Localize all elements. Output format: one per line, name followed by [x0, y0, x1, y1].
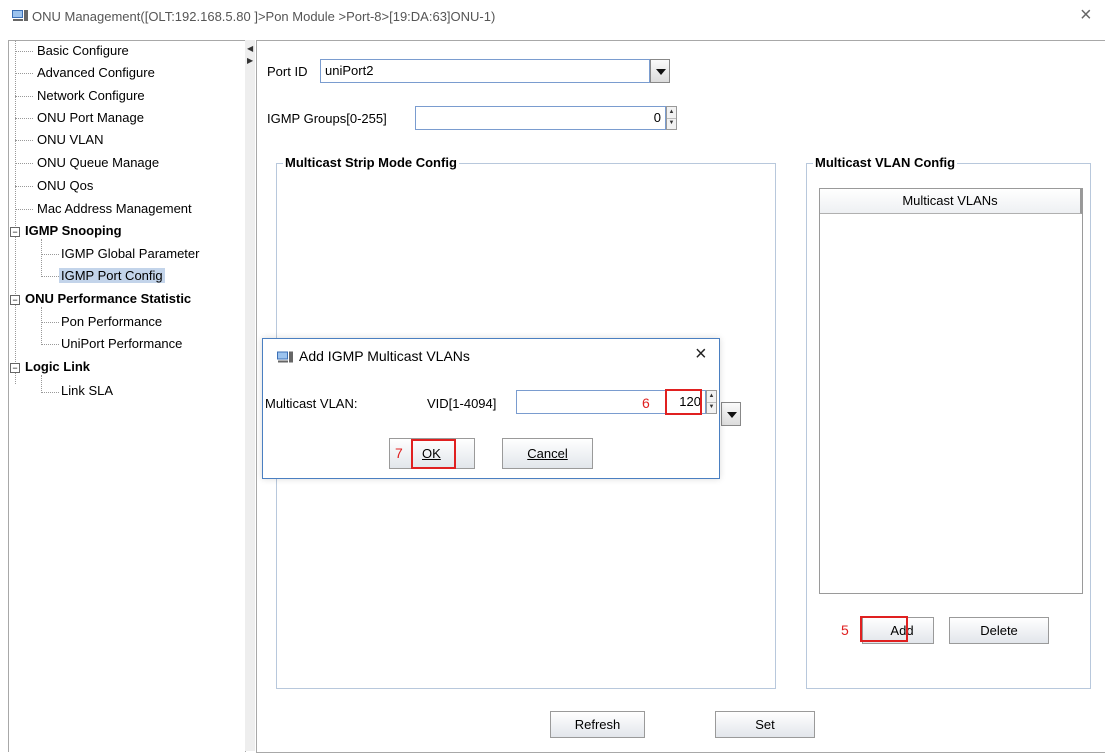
ok-button-highlight: [411, 439, 456, 469]
tree-item-basic-configure[interactable]: Basic Configure: [37, 41, 129, 61]
tree-item-logic-link[interactable]: Logic Link: [25, 357, 90, 377]
tree-item-advanced-configure[interactable]: Advanced Configure: [37, 63, 155, 83]
navigation-tree: Basic Configure Advanced Configure Netwo…: [8, 40, 246, 752]
spin-down-icon[interactable]: ▼: [667, 118, 676, 129]
set-button[interactable]: Set: [715, 711, 815, 738]
collapse-icon[interactable]: −: [10, 295, 20, 305]
tree-item-pon-performance[interactable]: Pon Performance: [61, 312, 162, 332]
multicast-vlan-config-group: Multicast VLAN Config Multicast VLANs Ad…: [806, 155, 1091, 689]
step-7-annotation: 7: [395, 445, 403, 461]
tree-item-link-sla[interactable]: Link SLA: [61, 381, 113, 401]
tree-item-onu-queue-manage[interactable]: ONU Queue Manage: [37, 153, 159, 173]
chevron-down-icon[interactable]: [721, 402, 741, 426]
tree-item-onu-vlan[interactable]: ONU VLAN: [37, 130, 103, 150]
add-button-highlight: [860, 616, 908, 642]
window-title-bar: ONU Management([OLT:192.168.5.80 ]>Pon M…: [0, 0, 1105, 34]
collapse-icon[interactable]: −: [10, 227, 20, 237]
refresh-button[interactable]: Refresh: [550, 711, 645, 738]
multicast-vlans-column-header[interactable]: Multicast VLANs: [820, 189, 1082, 214]
vid-spinner[interactable]: ▲ ▼: [706, 390, 717, 414]
cancel-button-label: Cancel: [527, 446, 568, 461]
tree-item-onu-port-manage[interactable]: ONU Port Manage: [37, 108, 144, 128]
igmp-groups-label: IGMP Groups[0-255]: [267, 111, 387, 126]
computer-icon: [277, 351, 293, 363]
collapse-left-icon[interactable]: ◀: [247, 44, 253, 53]
tree-item-igmp-global-parameter[interactable]: IGMP Global Parameter: [61, 244, 199, 264]
close-icon[interactable]: ×: [695, 343, 707, 366]
multicast-strip-mode-title: Multicast Strip Mode Config: [283, 155, 459, 170]
multicast-vlan-label: Multicast VLAN:: [265, 396, 358, 411]
add-igmp-multicast-vlans-dialog: Add IGMP Multicast VLANs × Multicast VLA…: [262, 338, 720, 479]
step-6-annotation: 6: [642, 395, 650, 411]
dialog-title: Add IGMP Multicast VLANs: [299, 348, 470, 364]
vid-value-highlight: [665, 389, 702, 415]
splitter-handle[interactable]: ◀ ▶: [245, 40, 255, 751]
igmp-groups-spinner[interactable]: ▲ ▼: [666, 106, 677, 130]
igmp-groups-input[interactable]: 0: [415, 106, 666, 130]
computer-icon: [12, 10, 28, 21]
tree-item-igmp-port-config[interactable]: IGMP Port Config: [59, 266, 165, 286]
tree-item-onu-qos[interactable]: ONU Qos: [37, 176, 93, 196]
vid-range-label: VID[1-4094]: [427, 396, 497, 411]
collapse-icon[interactable]: −: [10, 363, 20, 373]
port-id-label: Port ID: [267, 64, 308, 79]
multicast-vlan-config-title: Multicast VLAN Config: [813, 155, 958, 170]
cancel-button[interactable]: Cancel: [502, 438, 593, 469]
tree-item-onu-performance-statistic[interactable]: ONU Performance Statistic: [25, 289, 191, 309]
tree-item-mac-address-management[interactable]: Mac Address Management: [37, 199, 192, 219]
tree-item-network-configure[interactable]: Network Configure: [37, 86, 145, 106]
chevron-down-icon[interactable]: [650, 59, 670, 83]
spin-down-icon[interactable]: ▼: [707, 402, 716, 413]
multicast-vlans-table[interactable]: Multicast VLANs: [819, 188, 1083, 594]
close-icon[interactable]: ×: [1080, 4, 1092, 27]
collapse-right-icon[interactable]: ▶: [247, 56, 253, 65]
step-5-annotation: 5: [841, 622, 849, 638]
tree-item-uniport-performance[interactable]: UniPort Performance: [61, 334, 182, 354]
window-title: ONU Management([OLT:192.168.5.80 ]>Pon M…: [32, 9, 496, 24]
tree-item-igmp-snooping[interactable]: IGMP Snooping: [25, 221, 122, 241]
port-id-select[interactable]: uniPort2: [320, 59, 650, 83]
delete-button[interactable]: Delete: [949, 617, 1049, 644]
